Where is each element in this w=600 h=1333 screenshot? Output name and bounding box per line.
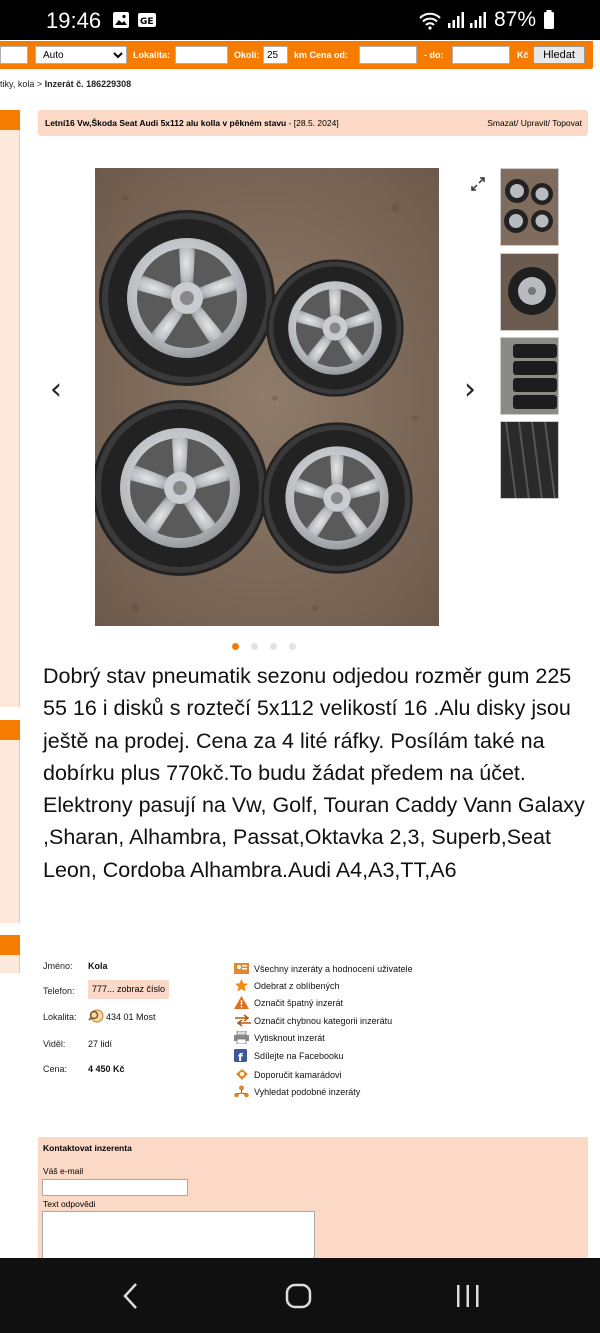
thumbnail-1[interactable] <box>500 168 559 246</box>
signal-icon <box>447 11 465 34</box>
thumbnail-2[interactable] <box>500 253 559 331</box>
clock: 19:46 <box>46 8 102 33</box>
price-to-input[interactable] <box>452 46 510 64</box>
warning-icon <box>234 996 249 1009</box>
sidebar-panel-header <box>0 110 20 130</box>
action-label: Vytisknout inzerát <box>254 1033 325 1043</box>
swap-arrows-icon <box>234 1014 251 1027</box>
action-label: Označit špatný inzerát <box>254 998 344 1008</box>
action-label: Všechny inzeráty a hodnocení uživatele <box>254 964 413 974</box>
gallery-dot[interactable] <box>289 643 296 650</box>
breadcrumb: tiky, kola > Inzerát č. 186229308 <box>0 79 131 89</box>
breadcrumb-link[interactable]: tiky, kola > <box>0 79 45 89</box>
search-button[interactable]: Hledat <box>533 46 585 64</box>
views-count: 27 lidí <box>88 1039 113 1049</box>
svg-text:GE: GE <box>140 17 154 27</box>
gallery-dot[interactable] <box>232 643 239 650</box>
email-label: Váš e-mail <box>43 1166 84 1176</box>
thumbnail-4[interactable] <box>500 421 559 499</box>
wifi-icon <box>418 11 442 36</box>
seller-locality[interactable]: 434 01 Most <box>106 1012 156 1022</box>
printer-icon <box>234 1030 249 1045</box>
listing-price: 4 450 Kč <box>88 1064 125 1074</box>
locality-label: Lokalita: <box>133 50 171 60</box>
svg-text:f: f <box>238 1051 243 1062</box>
sidebar-panel <box>0 720 20 923</box>
wheels-photo <box>95 168 439 626</box>
gallery-pagination <box>232 637 308 655</box>
seller-locality-label: Lokalita: <box>43 1012 77 1022</box>
action-label: Odebrat z oblíbených <box>254 981 340 991</box>
messages-icon: GE <box>137 11 157 34</box>
map-search-icon[interactable] <box>88 1008 104 1029</box>
facebook-icon: f <box>234 1049 249 1064</box>
listing-description: Dobrý stav pneumatik sezonu odjedou rozm… <box>43 664 585 882</box>
thumbnail-3[interactable] <box>500 337 559 415</box>
radius-input[interactable] <box>263 46 288 64</box>
phone-screen: { "status_bar": { "time": "19:46", "batt… <box>0 0 600 1333</box>
price-from-input[interactable] <box>359 46 417 64</box>
radius-label: Okolí: <box>234 50 260 60</box>
signal-icon <box>469 11 487 34</box>
back-icon[interactable] <box>121 1282 139 1315</box>
breadcrumb-current: Inzerát č. 186229308 <box>44 79 132 89</box>
sidebar-panel-header <box>0 935 20 955</box>
sidebar-panel <box>0 110 20 707</box>
currency-label: Kč <box>517 50 529 60</box>
recommend-icon <box>234 1068 249 1081</box>
listing-title-line: Letní16 Vw,Škoda Seat Audi 5x112 alu kol… <box>45 118 339 128</box>
home-icon[interactable] <box>285 1283 313 1314</box>
sidebar-panel-header <box>0 720 20 740</box>
fullscreen-icon[interactable] <box>470 176 486 197</box>
next-photo-icon[interactable]: › <box>464 372 476 407</box>
listing-title: Letní16 Vw,Škoda Seat Audi 5x112 alu kol… <box>45 118 287 128</box>
seller-name: Kola <box>88 961 108 971</box>
show-phone-button[interactable]: 777... zobraz číslo <box>88 980 169 999</box>
similar-icon <box>234 1085 249 1098</box>
battery-level: 87% <box>494 8 537 31</box>
gallery-dot[interactable] <box>270 643 277 650</box>
contact-form: Kontaktovat inzerenta Váš e-mail Text od… <box>38 1137 588 1267</box>
action-label: Doporučit kamarádovi <box>254 1070 342 1080</box>
battery-icon <box>543 10 555 35</box>
email-field[interactable] <box>42 1179 188 1196</box>
listing-title-bar: Letní16 Vw,Škoda Seat Audi 5x112 alu kol… <box>38 110 588 136</box>
seller-name-label: Jméno: <box>43 961 73 971</box>
system-navigation-bar <box>0 1258 600 1333</box>
recent-apps-icon[interactable] <box>455 1283 481 1314</box>
listing-date: - [28.5. 2024] <box>286 118 339 128</box>
gallery-dot[interactable] <box>251 643 258 650</box>
listing-admin-links[interactable]: Smazat/ Upravit/ Topovat <box>487 118 582 128</box>
reply-label: Text odpovědi <box>43 1199 96 1209</box>
keyword-input[interactable] <box>0 46 28 64</box>
search-bar: Auto Lokalita: Okolí: km Cena od: - do: … <box>0 41 593 69</box>
user-listings-icon <box>234 962 249 975</box>
views-label: Viděl: <box>43 1039 66 1049</box>
previous-photo-icon[interactable]: ‹ <box>50 372 62 407</box>
gallery-icon <box>112 11 130 34</box>
locality-input[interactable] <box>175 46 228 64</box>
status-bar: 19:46 GE 87% <box>0 0 600 40</box>
price-from-label: km Cena od: <box>294 50 349 60</box>
action-label: Označit chybnou kategorii inzerátu <box>254 1016 393 1026</box>
category-select[interactable]: Auto <box>35 46 127 64</box>
action-label: Sdílejte na Facebooku <box>254 1051 344 1061</box>
contact-form-title: Kontaktovat inzerenta <box>43 1143 132 1153</box>
main-photo[interactable] <box>95 168 439 626</box>
action-label: Vyhledat podobné inzeráty <box>254 1087 361 1097</box>
sidebar-panel <box>0 935 20 973</box>
price-label: Cena: <box>43 1064 68 1074</box>
seller-phone-label: Telefon: <box>43 986 75 996</box>
star-icon <box>234 979 249 992</box>
price-to-label: - do: <box>424 50 444 60</box>
